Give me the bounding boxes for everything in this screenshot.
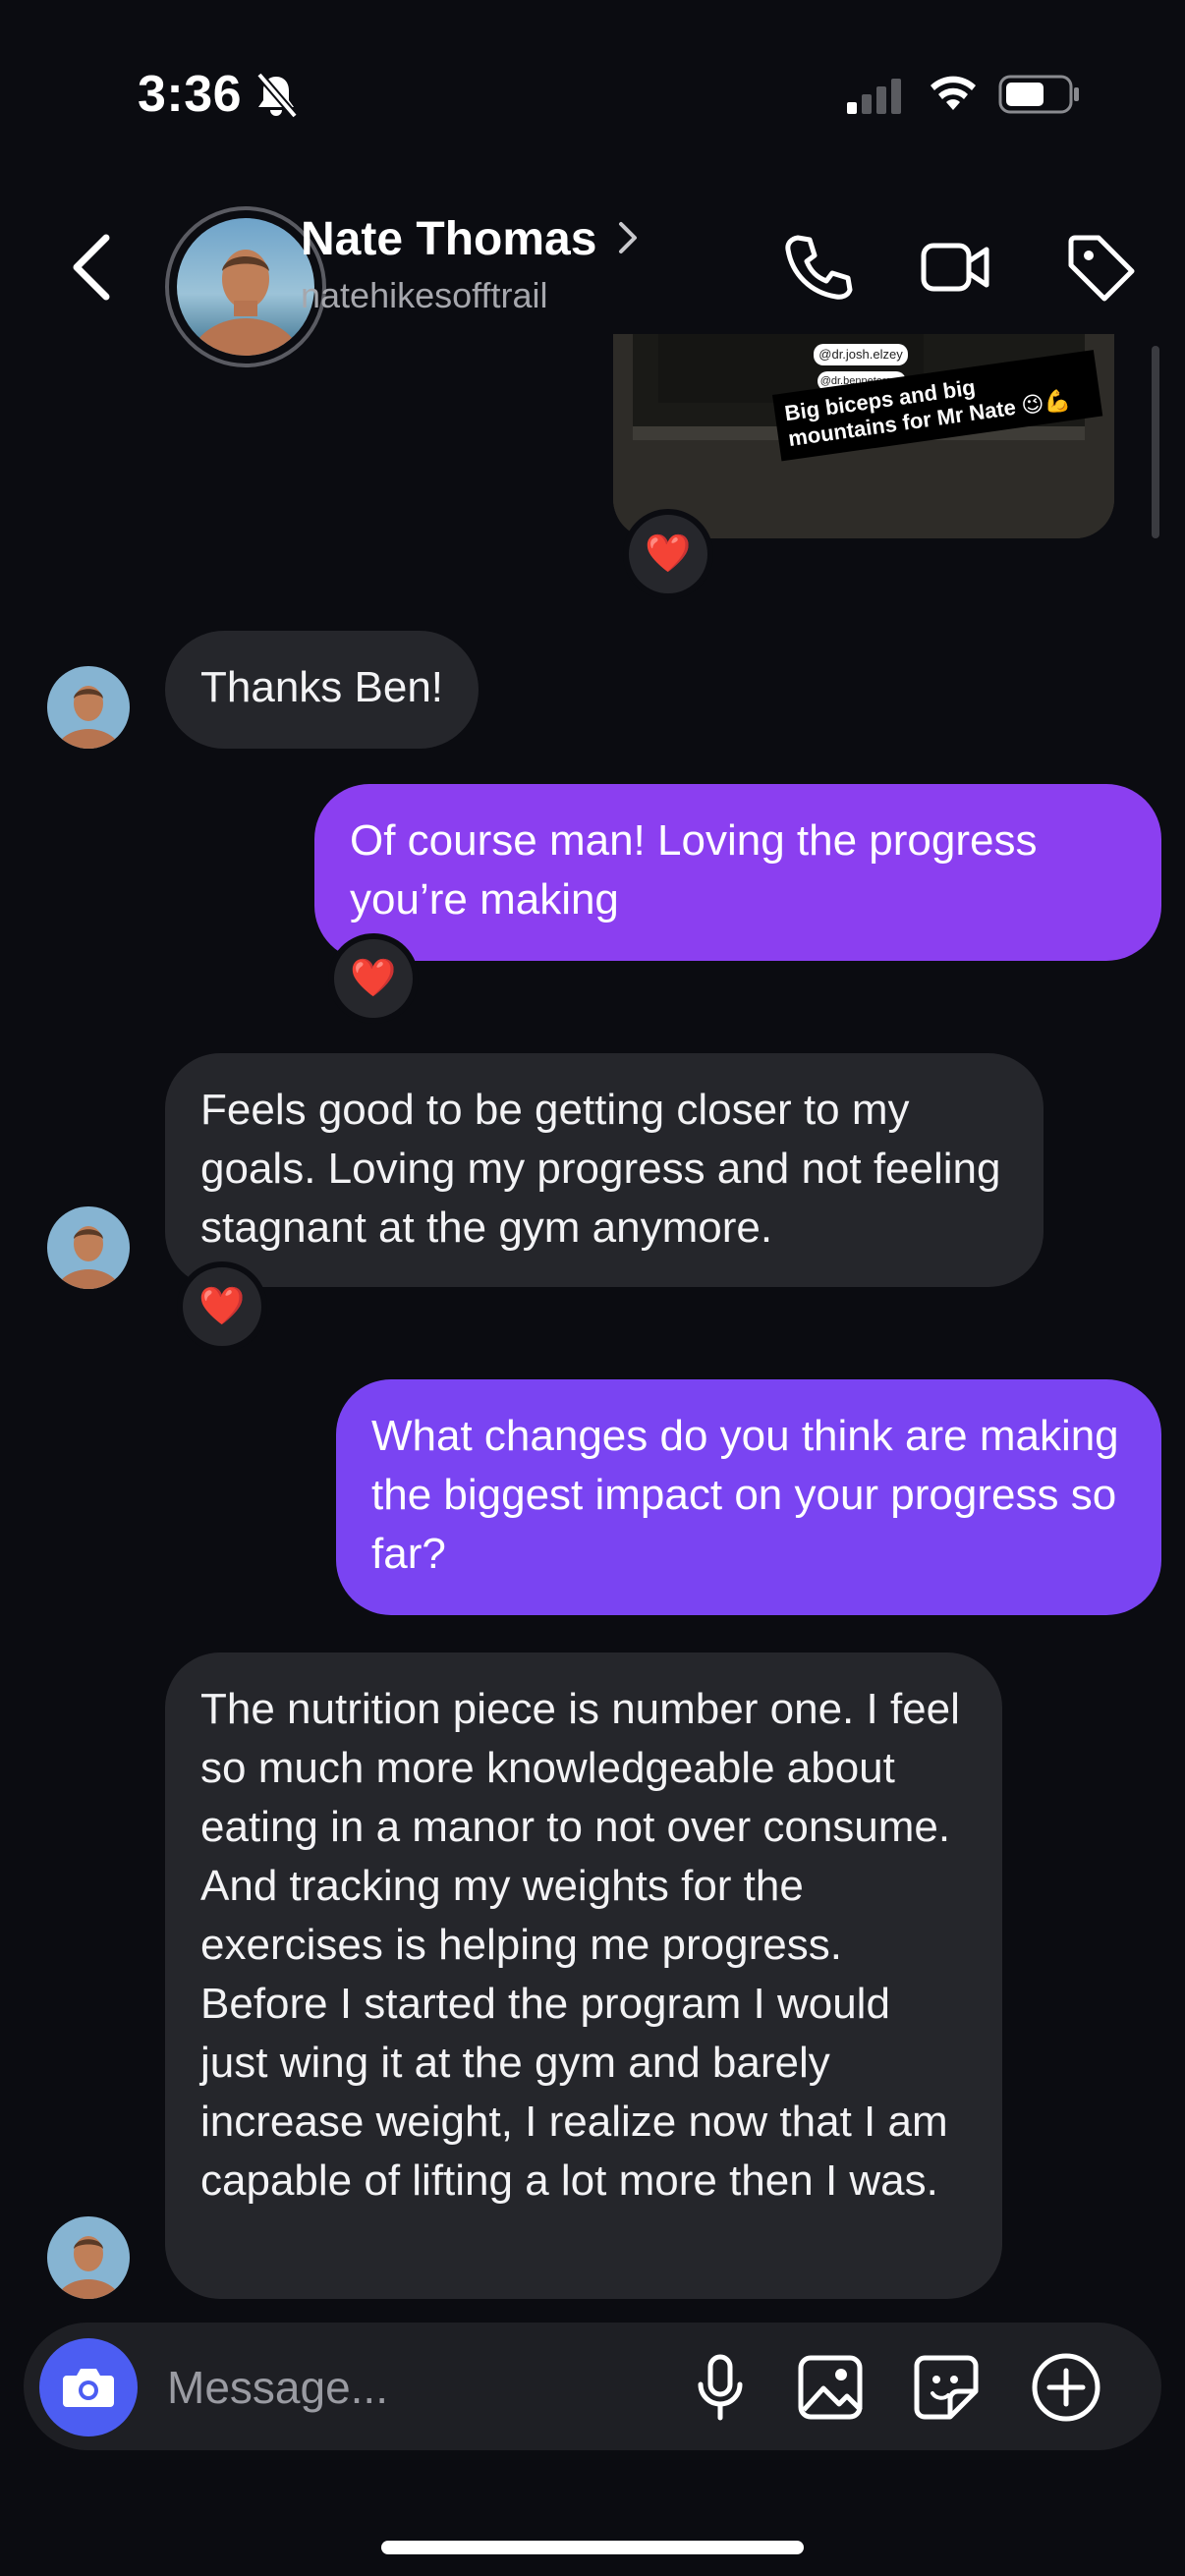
cellular-signal-icon <box>847 79 904 119</box>
message-bubble-outgoing[interactable]: What changes do you think are making the… <box>336 1379 1161 1615</box>
chevron-right-icon[interactable] <box>615 218 641 267</box>
scrollbar[interactable] <box>1152 346 1159 538</box>
camera-button[interactable] <box>39 2338 138 2436</box>
contact-name[interactable]: Nate Thomas <box>301 212 596 266</box>
bell-slash-icon <box>254 71 299 125</box>
home-indicator[interactable] <box>381 2541 804 2554</box>
tag-icon[interactable] <box>1061 228 1140 307</box>
avatar[interactable] <box>47 1206 130 1289</box>
message-bubble-incoming[interactable]: The nutrition piece is number one. I fee… <box>165 1652 1002 2299</box>
phone-icon[interactable] <box>776 228 855 307</box>
shared-post-tag-1: @dr.josh.elzey <box>814 344 908 365</box>
back-button[interactable] <box>63 228 122 307</box>
video-camera-icon[interactable] <box>918 228 996 307</box>
reaction-badge[interactable]: ❤️ <box>623 509 713 599</box>
camera-icon <box>63 2369 114 2407</box>
battery-icon <box>998 75 1081 119</box>
sticker-icon[interactable] <box>902 2343 990 2432</box>
message-bubble-incoming[interactable]: Feels good to be getting closer to my go… <box>165 1053 1044 1287</box>
back-chevron-icon <box>73 234 110 301</box>
wifi-icon <box>928 73 979 117</box>
message-input[interactable] <box>165 2354 660 2421</box>
message-bubble-outgoing[interactable]: Of course man! Loving the progress you’r… <box>314 784 1161 961</box>
image-icon[interactable] <box>786 2343 875 2432</box>
message-bubble-incoming[interactable]: Thanks Ben! <box>165 631 480 749</box>
avatar[interactable] <box>47 2216 130 2299</box>
microphone-icon[interactable] <box>676 2343 764 2432</box>
reaction-badge[interactable]: ❤️ <box>177 1261 267 1352</box>
plus-circle-icon[interactable] <box>1022 2343 1110 2432</box>
avatar[interactable] <box>47 666 130 749</box>
contact-username[interactable]: natehikesofftrail <box>301 275 548 316</box>
status-time: 3:36 <box>138 66 243 123</box>
reaction-badge[interactable]: ❤️ <box>328 933 419 1024</box>
